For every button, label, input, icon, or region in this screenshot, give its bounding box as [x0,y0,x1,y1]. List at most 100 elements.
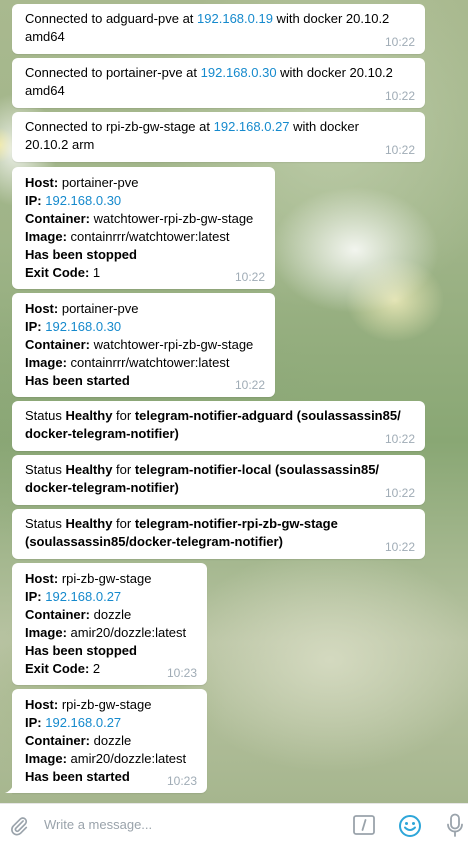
host-value: rpi-zb-gw-stage [61,697,152,712]
host-value: portainer-pve [61,301,139,316]
message-text-line2: docker-telegram-notifier) [25,479,413,497]
ip-link[interactable]: 192.168.0.30 [45,319,121,334]
message-time: 10:22 [384,143,415,157]
ip-link[interactable]: 192.168.0.27 [45,715,121,730]
status-prefix: Status [25,462,66,477]
message-time: 10:22 [384,540,415,554]
ip-label: IP: [25,319,42,334]
container-label: Container: [25,211,90,226]
status-for: for [112,516,135,531]
container-label: Container: [25,607,90,622]
message-text: Connected to adguard-pve at 192.168.0.19… [25,10,413,28]
slash-command-icon[interactable] [353,815,375,835]
container-line: Container: dozzle [25,606,195,624]
container-name: telegram-notifier-local (soulassassin85/ [134,462,380,477]
message-bubble[interactable]: Status Healthy for telegram-notifier-rpi… [12,509,425,559]
image-value: containrrr/watchtower:latest [70,229,230,244]
connected-at: at [178,11,198,26]
ip-line: IP: 192.168.0.30 [25,318,263,336]
message-list[interactable]: Connected to adguard-pve at 192.168.0.19… [0,0,468,803]
container-line: Container: dozzle [25,732,195,750]
host-value: portainer-pve [61,175,139,190]
message-bubble[interactable]: Host: rpi-zb-gw-stage IP: 192.168.0.27 C… [12,689,207,793]
message-text: Connected to portainer-pve at 192.168.0.… [25,64,413,82]
image-line: Image: containrrr/watchtower:latest [25,354,263,372]
container-line: Container: watchtower-rpi-zb-gw-stage [25,336,263,354]
docker-arch: amd64 [25,83,65,98]
status-text: Has been stopped [25,247,137,262]
host-line: Host: rpi-zb-gw-stage [25,570,195,588]
connected-prefix: Connected to [25,65,106,80]
message-bubble[interactable]: Status Healthy for telegram-notifier-loc… [12,455,425,505]
image-line: Image: amir20/dozzle:latest [25,750,195,768]
message-bubble[interactable]: Host: portainer-pve IP: 192.168.0.30 Con… [12,293,275,397]
image-label: Image: [25,751,67,766]
ip-link[interactable]: 192.168.0.19 [197,11,273,26]
exit-label: Exit Code: [25,265,90,280]
message-bubble[interactable]: Connected to adguard-pve at 192.168.0.19… [12,4,425,54]
exit-label: Exit Code: [25,661,90,676]
message-text-line2: docker-telegram-notifier) [25,425,413,443]
image-label: Image: [25,625,67,640]
host-label: Host: [25,175,59,190]
message-time: 10:22 [384,89,415,103]
status-prefix: Status [25,408,66,423]
status-text: Has been started [25,769,130,784]
container-name-cont: docker-telegram-notifier) [25,480,179,495]
message-bubble[interactable]: Host: rpi-zb-gw-stage IP: 192.168.0.27 C… [12,563,207,685]
host-name: portainer-pve [105,65,183,80]
health-state: Healthy [65,408,113,423]
docker-arch: 20.10.2 arm [25,137,95,152]
container-name: telegram-notifier-adguard (soulassassin8… [134,408,401,423]
status-line: Has been stopped [25,246,263,264]
ip-link[interactable]: 192.168.0.27 [45,589,121,604]
container-value: dozzle [93,607,132,622]
status-prefix: Status [25,516,66,531]
message-input[interactable] [44,812,334,836]
message-time: 10:22 [384,432,415,446]
image-value: amir20/dozzle:latest [70,751,187,766]
container-name-cont: (soulassassin85/docker-telegram-notifier… [25,534,283,549]
container-name-cont: docker-telegram-notifier) [25,426,179,441]
container-value: watchtower-rpi-zb-gw-stage [93,211,254,226]
message-time: 10:22 [384,35,415,49]
image-value: amir20/dozzle:latest [70,625,187,640]
image-label: Image: [25,355,67,370]
message-bubble[interactable]: Status Healthy for telegram-notifier-adg… [12,401,425,451]
ip-label: IP: [25,193,42,208]
container-line: Container: watchtower-rpi-zb-gw-stage [25,210,263,228]
container-value: watchtower-rpi-zb-gw-stage [93,337,254,352]
ip-line: IP: 192.168.0.30 [25,192,263,210]
ip-label: IP: [25,589,42,604]
emoji-icon[interactable] [398,814,422,838]
connected-prefix: Connected to [25,119,106,134]
ip-link[interactable]: 192.168.0.27 [214,119,290,134]
message-bubble[interactable]: Connected to portainer-pve at 192.168.0.… [12,58,425,108]
message-time: 10:22 [234,378,265,392]
host-line: Host: portainer-pve [25,300,263,318]
message-bubble[interactable]: Connected to rpi-zb-gw-stage at 192.168.… [12,112,425,162]
message-text: Connected to rpi-zb-gw-stage at 192.168.… [25,118,413,136]
exit-value: 1 [92,265,101,280]
host-label: Host: [25,697,59,712]
host-name: adguard-pve [105,11,179,26]
ip-link[interactable]: 192.168.0.30 [45,193,121,208]
image-line: Image: amir20/dozzle:latest [25,624,195,642]
message-time: 10:22 [234,270,265,284]
exit-line: Exit Code: 1 [25,264,263,282]
paperclip-icon[interactable] [8,815,30,837]
connected-at: at [182,65,201,80]
connected-at: at [195,119,214,134]
microphone-icon[interactable] [446,813,464,839]
message-time: 10:23 [166,774,197,788]
host-name: rpi-zb-gw-stage [105,119,196,134]
message-text-line2: (soulassassin85/docker-telegram-notifier… [25,533,413,551]
container-name: telegram-notifier-rpi-zb-gw-stage [134,516,338,531]
ip-link[interactable]: 192.168.0.30 [201,65,277,80]
message-text: Status Healthy for telegram-notifier-rpi… [25,515,413,533]
connected-prefix: Connected to [25,11,106,26]
message-time: 10:22 [384,486,415,500]
message-text: Status Healthy for telegram-notifier-adg… [25,407,413,425]
message-bubble[interactable]: Host: portainer-pve IP: 192.168.0.30 Con… [12,167,275,289]
docker-version: with docker [289,119,359,134]
